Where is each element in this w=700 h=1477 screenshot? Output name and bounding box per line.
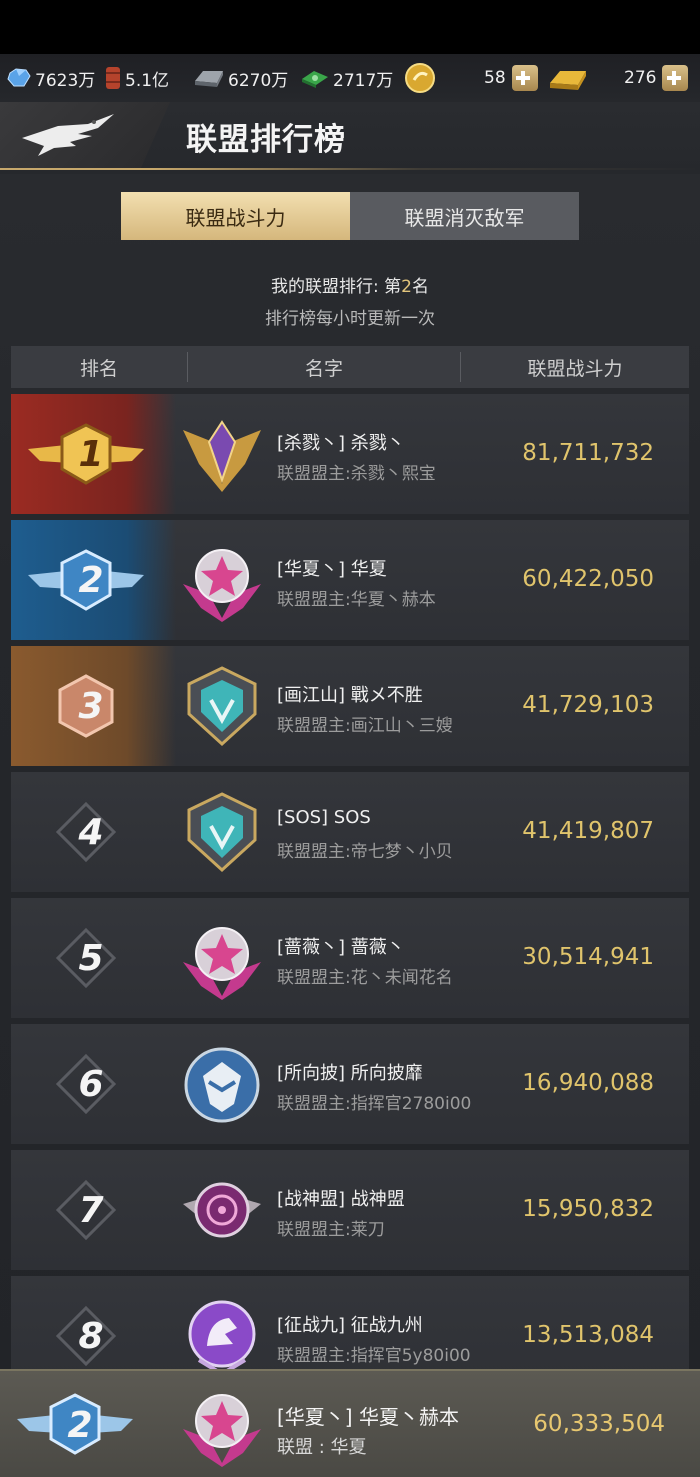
rank-number: 2 <box>78 559 104 601</box>
alliance-name: [战神盟] 战神盟 <box>277 1189 405 1210</box>
alliance-power: 41,419,807 <box>522 818 654 844</box>
rank-number: 5 <box>78 937 104 979</box>
alliance-name: [所向披] 所向披靡 <box>277 1063 423 1084</box>
page-title: 联盟排行榜 <box>186 122 346 158</box>
footer-player-name: [华夏丶] 华夏丶赫本 <box>277 1405 459 1429</box>
alliance-leader: 联盟盟主:指挥官2780i00 <box>277 1094 472 1114</box>
my-alliance-rank: 我的联盟排行: 第2名 <box>0 272 700 297</box>
page-header: 联盟排行榜 <box>0 102 700 174</box>
gold-wings-emblem-icon <box>183 420 261 492</box>
rank-number: 3 <box>78 685 104 727</box>
alliance-leader: 联盟盟主:画江山丶三嫂 <box>277 716 453 736</box>
steel-amount: 6270万 <box>228 70 289 91</box>
gold-count: 276 <box>624 68 657 88</box>
teal-shield-emblem-icon <box>187 666 257 747</box>
coin-counter: 58 <box>484 54 538 102</box>
footer-rank-number: 2 <box>67 1404 93 1446</box>
update-note: 排行榜每小时更新一次 <box>265 309 435 329</box>
rank-number: 1 <box>78 433 104 475</box>
blue-eagle-emblem-icon <box>184 1047 260 1123</box>
rank-number: 4 <box>78 811 104 853</box>
rank-number: 8 <box>78 1315 104 1357</box>
ranking-row[interactable]: 8 [征战九] 征战九州 联盟盟主:指挥官5y80i00 13,513,084 <box>11 1276 689 1369</box>
back-button[interactable] <box>0 102 170 170</box>
cash-stack-icon <box>302 71 328 88</box>
header-divider <box>0 168 700 170</box>
crystal-amount: 7623万 <box>35 70 96 91</box>
ranking-list[interactable]: 1 [杀戮丶] 杀戮丶 联盟盟主:杀戮丶熙宝 81,711,732 2 [华夏丶… <box>11 394 689 1369</box>
teal-shield-emblem-icon <box>187 792 257 873</box>
ranking-tabs: 联盟战斗力 联盟消灭敌军 <box>121 192 579 240</box>
ranking-row[interactable]: 6 [所向披] 所向披靡 联盟盟主:指挥官2780i00 16,940,088 <box>11 1024 689 1144</box>
alliance-name: [杀戮丶] 杀戮丶 <box>277 433 405 454</box>
steel-ingot-icon <box>195 71 223 87</box>
alliance-name: [SOS] SOS <box>277 807 371 828</box>
column-rank: 排名 <box>79 357 118 380</box>
ranking-row[interactable]: 7 [战神盟] 战神盟 联盟盟主:莱刀 15,950,832 <box>11 1150 689 1270</box>
cash-amount: 2717万 <box>333 70 394 91</box>
footer-alliance-name: 联盟 : 华夏 <box>277 1437 367 1458</box>
alliance-power: 13,513,084 <box>522 1322 654 1348</box>
footer-power: 60,333,504 <box>533 1411 665 1437</box>
alliance-power: 81,711,732 <box>522 440 654 466</box>
purple-target-emblem-icon <box>183 1182 261 1238</box>
table-header: 排名 名字 联盟战斗力 <box>11 346 689 388</box>
column-power: 联盟战斗力 <box>527 357 623 380</box>
gold-counter: 276 <box>624 54 689 102</box>
alliance-leader: 联盟盟主:花丶未闻花名 <box>277 968 453 988</box>
pink-star-emblem-icon <box>183 549 261 622</box>
alliance-leader: 联盟盟主:华夏丶赫本 <box>277 590 436 610</box>
rank-number: 7 <box>78 1189 104 1231</box>
crystal-icon <box>7 68 31 87</box>
my-rank-number: 2 <box>401 277 412 297</box>
ranking-row[interactable]: 2 [华夏丶] 华夏 联盟盟主:华夏丶赫本 60,422,050 <box>11 520 689 640</box>
alliance-leader: 联盟盟主:帝七梦丶小贝 <box>277 842 453 862</box>
my-rank-suffix: 名 <box>411 277 429 297</box>
coin-count: 58 <box>484 68 506 88</box>
alliance-power: 16,940,088 <box>522 1070 654 1096</box>
purple-wolf-emblem-icon <box>188 1300 256 1369</box>
gold-bar-shortcut[interactable] <box>546 54 591 102</box>
gold-bar-icon <box>550 71 586 90</box>
oil-resource[interactable]: 5.1亿 <box>104 54 169 102</box>
crystal-resource[interactable]: 7623万 <box>6 54 95 102</box>
ranking-row[interactable]: 5 [蔷薇丶] 蔷薇丶 联盟盟主:花丶未闻花名 30,514,941 <box>11 898 689 1018</box>
alliance-leader: 联盟盟主:指挥官5y80i00 <box>277 1346 471 1366</box>
gold-coin-shortcut[interactable] <box>404 54 439 102</box>
resource-bar: 7623万 5.1亿 6270万 2717万 58 276 <box>0 54 700 102</box>
my-alliance-footer[interactable]: 2 [华夏丶] 华夏丶赫本 联盟 : 华夏 60,333,504 <box>0 1369 700 1477</box>
alliance-power: 15,950,832 <box>522 1196 654 1222</box>
my-rank-prefix: 我的联盟排行: 第 <box>271 277 402 297</box>
ranking-row[interactable]: 4 [SOS] SOS 联盟盟主:帝七梦丶小贝 41,419,807 <box>11 772 689 892</box>
oil-amount: 5.1亿 <box>125 70 170 91</box>
alliance-ranking-screen: 7623万 5.1亿 6270万 2717万 58 276 联盟排行榜 联盟战斗… <box>0 0 700 1477</box>
add-gold-button[interactable] <box>662 65 689 91</box>
eagle-logo-icon <box>22 114 114 156</box>
pink-star-emblem-icon <box>183 1394 261 1467</box>
ranking-row[interactable]: 3 [画江山] 戰メ不胜 联盟盟主:画江山丶三嫂 41,729,103 <box>11 646 689 766</box>
plus-icon <box>516 71 531 85</box>
alliance-name: [画江山] 戰メ不胜 <box>277 685 423 706</box>
alliance-power: 41,729,103 <box>522 692 654 718</box>
alliance-leader: 联盟盟主:杀戮丶熙宝 <box>277 464 436 484</box>
alliance-name: [华夏丶] 华夏 <box>277 559 387 580</box>
add-coin-button[interactable] <box>511 65 538 91</box>
rank-number: 6 <box>78 1063 104 1105</box>
alliance-leader: 联盟盟主:莱刀 <box>277 1220 385 1240</box>
status-bar <box>0 0 700 54</box>
alliance-name: [征战九] 征战九州 <box>277 1315 423 1336</box>
steel-resource[interactable]: 6270万 <box>193 54 288 102</box>
alliance-power: 30,514,941 <box>522 944 654 970</box>
gold-coin-icon <box>405 63 435 93</box>
alliance-name: [蔷薇丶] 蔷薇丶 <box>277 937 405 958</box>
cash-resource[interactable]: 2717万 <box>300 54 393 102</box>
tab-alliance-kills[interactable]: 联盟消灭敌军 <box>350 192 579 240</box>
column-name: 名字 <box>304 357 343 380</box>
plus-icon <box>666 71 681 85</box>
pink-star-emblem-icon <box>183 927 261 1000</box>
ranking-row[interactable]: 1 [杀戮丶] 杀戮丶 联盟盟主:杀戮丶熙宝 81,711,732 <box>11 394 689 514</box>
alliance-power: 60,422,050 <box>522 566 654 592</box>
tab-alliance-power[interactable]: 联盟战斗力 <box>121 192 350 240</box>
oil-barrel-icon <box>106 67 120 89</box>
